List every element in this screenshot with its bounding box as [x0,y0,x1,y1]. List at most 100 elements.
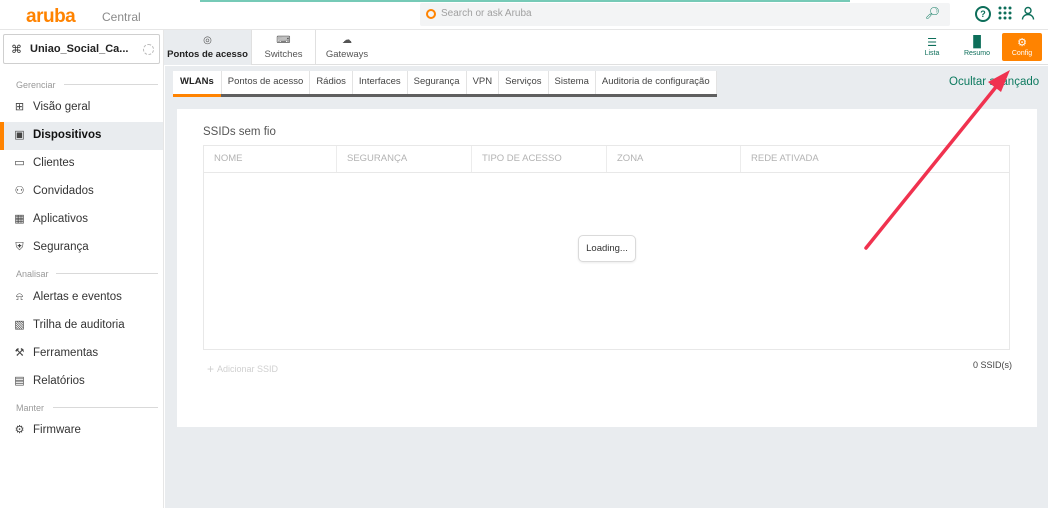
devices-icon: ▣ [14,129,25,141]
subtab-access-points[interactable]: Pontos de acesso [222,71,311,94]
sidebar-item-clients[interactable]: ▭ Clientes [0,150,163,178]
view-summary-button[interactable]: ▐▌ Resumo [958,33,996,61]
section-label-maintain: Manter [16,403,45,413]
search-bar[interactable]: Search or ask Aruba 🔎︎ [420,3,950,26]
gateway-icon: ☁ [342,35,352,46]
subtab-vpn[interactable]: VPN [467,71,500,94]
list-icon: ☰ [927,37,937,49]
apps-grid-icon[interactable] [997,6,1013,22]
sidebar-item-label: Ferramentas [33,347,99,359]
bell-icon: ⍾ [15,291,24,303]
sidebar-item-label: Convidados [33,185,94,197]
ssid-count: 0 SSID(s) [972,360,1012,370]
subtab-interfaces[interactable]: Interfaces [353,71,408,94]
sidebar-item-applications[interactable]: ▦ Aplicativos [0,206,163,234]
column-header-name[interactable]: NOME [204,146,337,172]
plus-icon: + [207,362,215,376]
tab-label: Switches [264,49,303,60]
loading-indicator: Loading... [578,235,636,262]
view-button-label: Lista [924,50,940,57]
tab-gateways[interactable]: ☁ Gateways [316,30,378,65]
wireless-ssids-card: SSIDs sem fio NOME SEGURANÇA TIPO DE ACE… [177,109,1037,427]
sidebar-item-tools[interactable]: ⚒ Ferramentas [0,340,163,368]
sidebar-item-label: Alertas e eventos [33,291,122,303]
aruba-assistant-icon [426,9,436,19]
subtab-services[interactable]: Serviços [499,71,549,94]
search-placeholder: Search or ask Aruba [441,8,532,19]
tab-switches[interactable]: ⌨ Switches [252,30,316,65]
sidebar-item-label: Firmware [33,424,81,436]
access-point-icon: ◎ [203,35,212,46]
firmware-icon: ⚙ [14,424,25,436]
sidebar-item-security[interactable]: ⛨ Segurança [0,234,163,262]
section-label-analyze: Analisar [16,269,49,279]
site-name: Uniao_Social_Ca... [30,43,129,55]
ssid-table: NOME SEGURANÇA TIPO DE ACESSO ZONA REDE … [203,145,1010,350]
table-header: NOME SEGURANÇA TIPO DE ACESSO ZONA REDE … [204,146,1009,173]
divider [53,407,158,408]
clients-icon: ▭ [14,157,25,169]
sidebar-item-alerts[interactable]: ⍾ Alertas e eventos [0,284,163,312]
user-icon[interactable] [1020,6,1036,22]
divider [64,84,158,85]
column-header-security[interactable]: SEGURANÇA [337,146,472,172]
sidebar-item-overview[interactable]: ⊞ Visão geral [0,94,163,122]
tab-label: Pontos de acesso [167,49,248,60]
overview-icon: ⊞ [14,101,25,113]
sidebar-item-label: Segurança [33,241,89,253]
column-header-access-type[interactable]: TIPO DE ACESSO [472,146,607,172]
sidebar-item-firmware[interactable]: ⚙ Firmware [0,417,163,445]
guests-icon: ⚇ [14,185,25,197]
config-sub-tabs: WLANs Pontos de acesso Rádios Interfaces… [173,71,717,97]
left-sidebar: ⌘ Uniao_Social_Ca... Gerenciar ⊞ Visão g… [0,30,164,508]
device-type-tabs: ◎ Pontos de acesso ⌨ Switches ☁ Gateways… [164,30,1048,65]
top-accent-line [200,0,850,2]
hide-advanced-link[interactable]: Ocultar avançado [949,76,1039,88]
column-header-network-enabled[interactable]: REDE ATIVADA [741,146,1010,172]
search-icon[interactable]: 🔎︎ [925,6,940,20]
aruba-logo[interactable]: aruba [26,6,76,28]
tab-access-points[interactable]: ◎ Pontos de acesso [164,30,252,65]
sidebar-item-guests[interactable]: ⚇ Convidados [0,178,163,206]
sidebar-item-label: Trilha de auditoria [33,319,125,331]
main-content: WLANs Pontos de acesso Rádios Interfaces… [165,66,1048,508]
tab-label: Gateways [325,49,369,60]
sidebar-item-devices[interactable]: ▣ Dispositivos [0,122,163,150]
sidebar-item-audit-trail[interactable]: ▧ Trilha de auditoria [0,312,163,340]
column-header-zone[interactable]: ZONA [607,146,741,172]
view-config-button[interactable]: ⚙ Config [1002,33,1042,61]
apps-icon: ▦ [14,213,25,225]
help-icon[interactable]: ? [975,6,991,22]
audit-icon: ▧ [14,319,25,331]
reports-icon: ▤ [14,375,25,387]
sidebar-item-label: Clientes [33,157,75,169]
switch-icon: ⌨ [276,35,291,46]
subtab-config-audit[interactable]: Auditoria de configuração [596,71,717,94]
active-indicator [0,122,4,150]
top-bar: aruba Central Search or ask Aruba 🔎︎ ? [0,0,1048,30]
subtab-system[interactable]: Sistema [549,71,596,94]
divider [56,273,158,274]
subtab-wlans[interactable]: WLANs [173,71,222,97]
site-selector[interactable]: ⌘ Uniao_Social_Ca... [3,34,160,64]
sidebar-item-reports[interactable]: ▤ Relatórios [0,368,163,396]
add-ssid-button[interactable]: + Adicionar SSID [207,362,278,376]
product-name: Central [102,10,141,24]
site-group-icon: ⌘ [11,44,22,56]
section-label-manage: Gerenciar [16,80,56,90]
view-button-label: Config [1011,50,1033,57]
sidebar-item-label: Visão geral [33,101,91,113]
summary-chart-icon: ▐▌ [969,36,985,48]
view-button-label: Resumo [963,50,991,57]
tools-icon: ⚒ [14,347,25,359]
config-gear-icon: ⚙ [1017,37,1027,49]
card-title: SSIDs sem fio [203,126,276,138]
view-list-button[interactable]: ☰ Lista [913,33,951,61]
sidebar-item-label: Aplicativos [33,213,88,225]
sidebar-item-label: Dispositivos [33,129,102,141]
subtab-security[interactable]: Segurança [408,71,467,94]
security-icon: ⛨ [15,241,24,253]
subtab-radios[interactable]: Rádios [310,71,353,94]
add-ssid-label: Adicionar SSID [217,364,279,374]
loading-spinner-icon [143,44,154,55]
